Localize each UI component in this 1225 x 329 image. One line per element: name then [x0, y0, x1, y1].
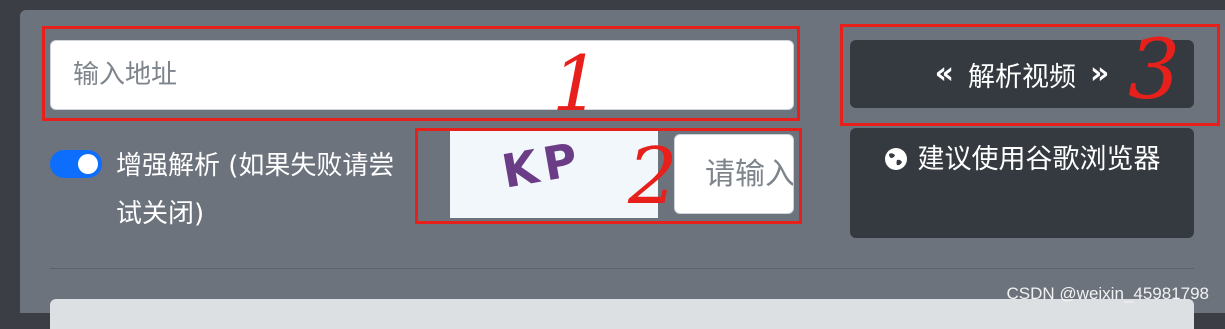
browser-suggestion-label: 建议使用谷歌浏览器	[917, 144, 1161, 175]
captcha-input[interactable]	[674, 134, 794, 214]
double-chevron-left-icon: «	[934, 56, 954, 91]
enhanced-parse-toggle[interactable]	[50, 150, 102, 178]
parse-video-button[interactable]: « 解析视频 »	[850, 40, 1194, 108]
double-chevron-right-icon: »	[1090, 56, 1110, 91]
captcha-text: KP	[497, 131, 588, 199]
globe-icon	[884, 136, 908, 184]
captcha-image[interactable]: KP	[450, 128, 658, 218]
browser-suggestion-button[interactable]: 建议使用谷歌浏览器	[850, 128, 1194, 238]
toggle-knob	[78, 154, 98, 174]
enhanced-parse-label: 增强解析 (如果失败请尝试关闭)	[116, 151, 395, 229]
divider	[50, 268, 1194, 269]
address-input[interactable]	[50, 40, 794, 110]
watermark: CSDN @weixin_45981798	[1006, 284, 1209, 303]
parse-video-label: 解析视频	[968, 61, 1076, 93]
